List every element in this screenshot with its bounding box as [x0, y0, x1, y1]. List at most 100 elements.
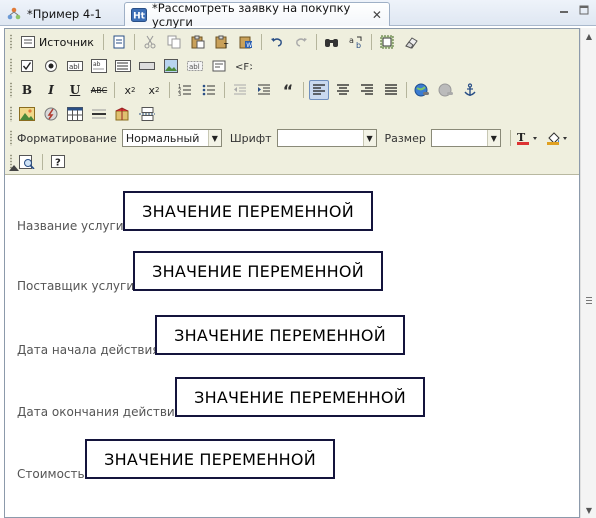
- toolbar-row-1: Источник T W ab: [17, 31, 425, 53]
- editor-content[interactable]: Название услуги ЗНАЧЕНИЕ ПЕРЕМЕННОЙ Пост…: [5, 175, 579, 517]
- svg-text:<F>: <F>: [235, 62, 252, 73]
- chevron-down-icon[interactable]: ▼: [207, 130, 221, 146]
- variable-value-end-date[interactable]: ЗНАЧЕНИЕ ПЕРЕМЕННОЙ: [175, 377, 425, 417]
- window-controls: [558, 4, 590, 16]
- variable-value-service-name[interactable]: ЗНАЧЕНИЕ ПЕРЕМЕННОЙ: [123, 191, 373, 231]
- insert-image-icon[interactable]: [17, 104, 37, 124]
- redo-icon[interactable]: [291, 32, 311, 52]
- field-label-cost: Стоимость: [17, 467, 85, 481]
- insert-flash-icon[interactable]: [41, 104, 61, 124]
- svg-text:T: T: [223, 42, 229, 49]
- svg-text:a: a: [349, 36, 354, 45]
- horizontal-rule-icon[interactable]: [89, 104, 109, 124]
- field-label-end-date: Дата окончания действия: [17, 405, 182, 419]
- toolbar-grip: [9, 130, 13, 146]
- chevron-down-icon[interactable]: ▼: [362, 130, 376, 146]
- separator: [315, 34, 317, 50]
- new-page-icon[interactable]: [109, 32, 129, 52]
- numbered-list-icon[interactable]: 123: [175, 80, 195, 100]
- radio-icon[interactable]: [41, 56, 61, 76]
- cut-icon[interactable]: [140, 32, 160, 52]
- justify-icon[interactable]: [381, 80, 401, 100]
- page-break-icon[interactable]: [137, 104, 157, 124]
- variable-icon[interactable]: <F>: [233, 56, 253, 76]
- html-form-icon: Ht: [131, 7, 147, 23]
- select-field-icon[interactable]: [113, 56, 133, 76]
- separator: [102, 34, 104, 50]
- toolbar-grip: [9, 106, 13, 122]
- editor-toolbar: Источник T W ab abl ab abl <F B I U ABC …: [5, 29, 579, 175]
- strikethrough-icon[interactable]: ABC: [89, 80, 109, 100]
- replace-icon[interactable]: ab: [346, 32, 366, 52]
- hidden-field-icon[interactable]: abl: [185, 56, 205, 76]
- copy-icon[interactable]: [164, 32, 184, 52]
- bulleted-list-icon[interactable]: [199, 80, 219, 100]
- superscript-icon[interactable]: x2: [144, 80, 164, 100]
- process-icon: [6, 6, 22, 22]
- outdent-icon[interactable]: [230, 80, 250, 100]
- tab-example-4-1[interactable]: *Пример 4-1: [0, 2, 118, 26]
- image-button-icon[interactable]: [161, 56, 181, 76]
- subscript-icon[interactable]: x2: [120, 80, 140, 100]
- underline-icon[interactable]: U: [65, 80, 85, 100]
- toolbar-row-5: Форматирование Нормальный ▼ Шрифт ▼ Разм…: [17, 127, 576, 149]
- textarea-icon[interactable]: ab: [89, 56, 109, 76]
- collapse-toolbar-icon[interactable]: [9, 165, 19, 171]
- maximize-icon[interactable]: [578, 4, 590, 16]
- remove-format-icon[interactable]: [401, 32, 421, 52]
- background-color-icon[interactable]: [546, 128, 572, 148]
- align-right-icon[interactable]: [357, 80, 377, 100]
- variable-value-start-date[interactable]: ЗНАЧЕНИЕ ПЕРЕМЕННОЙ: [155, 315, 405, 355]
- format-select[interactable]: Нормальный ▼: [121, 129, 222, 147]
- font-label: Шрифт: [229, 131, 272, 145]
- svg-text:?: ?: [55, 158, 61, 169]
- text-color-icon[interactable]: T: [516, 128, 542, 148]
- size-select[interactable]: ▼: [430, 129, 501, 147]
- indent-icon[interactable]: [254, 80, 274, 100]
- tab-review-request[interactable]: Ht *Рассмотреть заявку на покупку услуги…: [124, 0, 390, 29]
- checkbox-icon[interactable]: [17, 56, 37, 76]
- source-button[interactable]: Источник: [17, 32, 98, 52]
- toolbar-grip: [9, 58, 13, 74]
- designer-window: *Пример 4-1 Ht *Рассмотреть заявку на по…: [0, 0, 596, 518]
- unlink-icon[interactable]: [436, 80, 456, 100]
- italic-icon[interactable]: I: [41, 80, 61, 100]
- tab-label: *Рассмотреть заявку на покупку услуги: [152, 0, 351, 29]
- close-icon[interactable]: ✕: [371, 8, 383, 22]
- format-value: Нормальный: [125, 131, 200, 145]
- blockquote-icon[interactable]: “: [278, 80, 298, 100]
- svg-text:Ht: Ht: [133, 11, 146, 21]
- link-icon[interactable]: [412, 80, 432, 100]
- insert-table-icon[interactable]: [65, 104, 85, 124]
- paste-icon[interactable]: [188, 32, 208, 52]
- button-field-icon[interactable]: [137, 56, 157, 76]
- smiley-icon[interactable]: [113, 104, 133, 124]
- variable-value-cost[interactable]: ЗНАЧЕНИЕ ПЕРЕМЕННОЙ: [85, 439, 335, 479]
- minimize-icon[interactable]: [558, 4, 570, 16]
- separator: [133, 34, 135, 50]
- paste-text-icon[interactable]: T: [212, 32, 232, 52]
- form-field-icon[interactable]: [209, 56, 229, 76]
- svg-text:ab: ab: [93, 61, 101, 68]
- align-center-icon[interactable]: [333, 80, 353, 100]
- vertical-scrollbar[interactable]: ▲ ▼: [580, 28, 596, 518]
- text-field-icon[interactable]: abl: [65, 56, 85, 76]
- variable-value-service-provider[interactable]: ЗНАЧЕНИЕ ПЕРЕМЕННОЙ: [133, 251, 383, 291]
- preview-icon[interactable]: [17, 152, 37, 172]
- font-select[interactable]: ▼: [276, 129, 377, 147]
- separator: [114, 82, 115, 98]
- scroll-up-icon[interactable]: ▲: [581, 28, 596, 44]
- source-label: Источник: [39, 35, 94, 49]
- paste-word-icon[interactable]: W: [236, 32, 256, 52]
- scroll-down-icon[interactable]: ▼: [581, 502, 596, 518]
- align-left-icon[interactable]: [309, 80, 329, 100]
- anchor-icon[interactable]: [460, 80, 480, 100]
- help-icon[interactable]: ?: [48, 152, 68, 172]
- undo-icon[interactable]: [267, 32, 287, 52]
- find-icon[interactable]: [322, 32, 342, 52]
- chevron-down-icon[interactable]: ▼: [486, 130, 500, 146]
- bold-icon[interactable]: B: [17, 80, 37, 100]
- select-all-icon[interactable]: [377, 32, 397, 52]
- tab-bar: *Пример 4-1 Ht *Рассмотреть заявку на по…: [0, 0, 596, 29]
- scrollbar-thumb[interactable]: [586, 297, 592, 305]
